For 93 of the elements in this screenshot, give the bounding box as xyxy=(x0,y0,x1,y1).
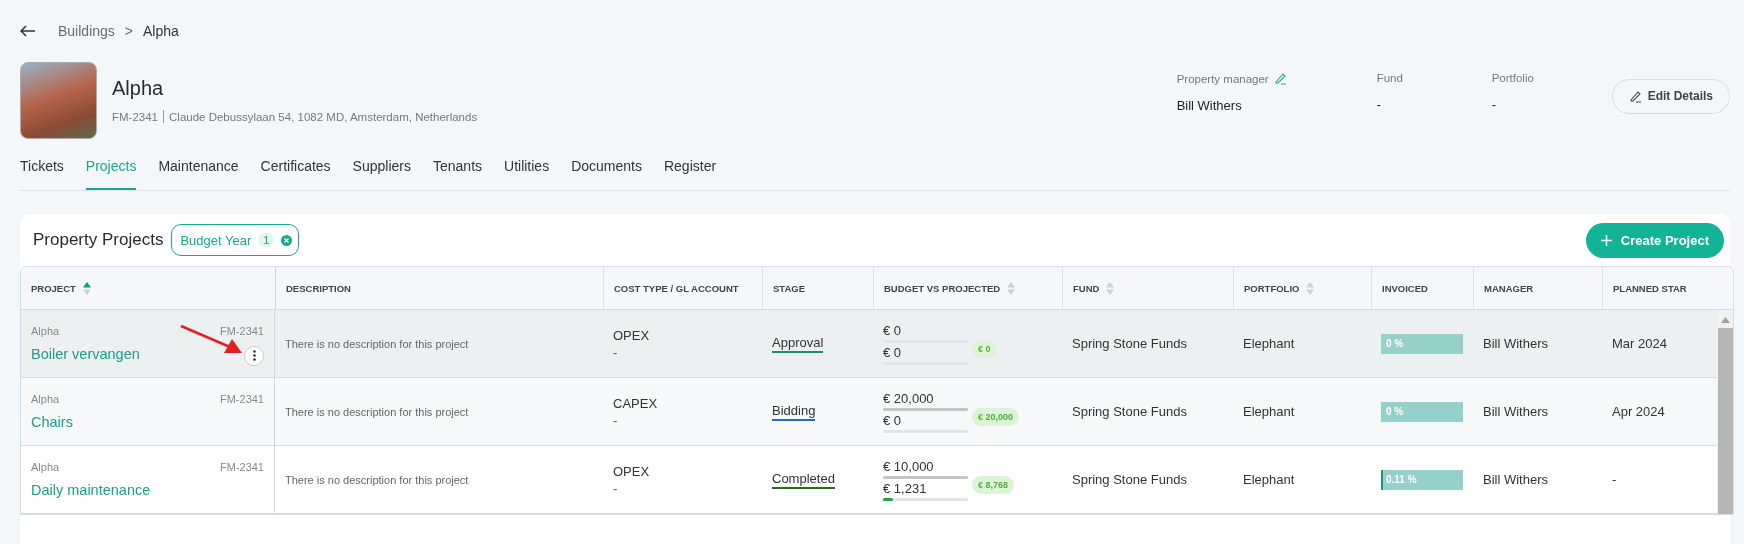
column-header[interactable]: STAGE xyxy=(773,282,806,294)
sort-icon[interactable] xyxy=(82,281,91,295)
detail-value: Bill Withers xyxy=(1176,98,1243,113)
tab[interactable]: Register xyxy=(663,144,717,190)
table-row[interactable]: Alpha FM-2341 Daily maintenance There is no description for this project OPEX - Completed € 10,000 € 1,231 € 8,768 Spring Stone Funds Elephant 0.11 % Bill Withers - xyxy=(21,446,1717,514)
detail-label: Fund xyxy=(1376,72,1403,84)
planned-start: Mar 2024 xyxy=(1612,336,1667,351)
tab[interactable]: Maintenance xyxy=(158,144,239,190)
portfolio-name: Elephant xyxy=(1243,336,1295,351)
column-header[interactable]: FUND xyxy=(1073,282,1100,294)
building-code: FM-2341 xyxy=(112,110,159,123)
column-header[interactable]: BUDGET VS PROJECTED xyxy=(884,282,1001,294)
column-header[interactable]: DESCRIPTION xyxy=(286,282,351,294)
invoiced-reading: 0.11 % xyxy=(1385,474,1417,485)
budget-amount: € 10,000 xyxy=(883,458,935,474)
description-text: There is no description for this project xyxy=(285,473,469,486)
stage-label: Approval xyxy=(772,334,824,353)
filter-count: 1 xyxy=(258,233,275,247)
detail-value: - xyxy=(1491,97,1497,112)
projected-amount: € 0 xyxy=(883,412,903,428)
invoiced-reading: 0 % xyxy=(1385,338,1404,349)
project-building: Alpha xyxy=(31,460,60,473)
portfolio-name: Elephant xyxy=(1243,404,1295,419)
vertical-dots-icon xyxy=(252,350,256,361)
manager-name: Bill Withers xyxy=(1483,404,1548,419)
cost-type: OPEX xyxy=(613,327,650,343)
difference-badge: € 8,768 xyxy=(972,475,1015,494)
back-arrow-icon[interactable] xyxy=(20,25,36,37)
stage-label: Completed xyxy=(772,470,835,489)
breadcrumb-link[interactable]: Alpha xyxy=(143,23,179,39)
budget-amount: € 20,000 xyxy=(883,390,935,406)
column-header[interactable]: PORTFOLIO xyxy=(1244,282,1300,294)
projected-amount: € 1,231 xyxy=(883,480,928,496)
clear-icon[interactable] xyxy=(281,234,293,246)
scroll-up-icon[interactable] xyxy=(1720,317,1730,323)
tab[interactable]: Tickets xyxy=(20,144,64,190)
pencil-icon xyxy=(1628,89,1642,103)
building-address: Claude Debussylaan 54, 1082 MD, Amsterdam, Netherlands xyxy=(169,110,478,123)
fund-name: Spring Stone Funds xyxy=(1072,404,1187,419)
column-header[interactable]: PLANNED STAR xyxy=(1613,282,1687,294)
column-header[interactable]: INVOICED xyxy=(1382,282,1428,294)
cost-type: OPEX xyxy=(613,463,650,479)
tab[interactable]: Tenants xyxy=(433,144,483,190)
project-code: FM-2341 xyxy=(219,460,264,473)
breadcrumb-separator: > xyxy=(124,23,133,39)
project-building: Alpha xyxy=(31,392,60,405)
table-row[interactable]: Alpha FM-2341 Boiler vervangen There is no description for this project OPEX - Approval € 0 € 0 € 0 Spring Stone Funds Elephant 0 % Bill Withers Mar 2024 xyxy=(21,310,1717,378)
filter-label: Budget Year xyxy=(180,232,252,248)
sort-icon[interactable] xyxy=(1106,281,1115,295)
difference-badge: € 20,000 xyxy=(972,407,1020,426)
sort-icon[interactable] xyxy=(1007,281,1016,295)
gl-account: - xyxy=(613,480,618,496)
description-text: There is no description for this project xyxy=(285,337,469,350)
project-code: FM-2341 xyxy=(219,324,264,337)
building-title: Alpha xyxy=(112,77,165,100)
budget-amount: € 0 xyxy=(883,322,903,338)
projected-amount: € 0 xyxy=(883,344,903,360)
portfolio-name: Elephant xyxy=(1243,472,1295,487)
difference-badge: € 0 xyxy=(972,339,997,358)
planned-start: - xyxy=(1612,472,1617,487)
detail-label: Property manager xyxy=(1176,72,1269,85)
manager-name: Bill Withers xyxy=(1483,472,1548,487)
description-text: There is no description for this project xyxy=(285,405,469,418)
fund-name: Spring Stone Funds xyxy=(1072,336,1187,351)
cost-type: CAPEX xyxy=(613,395,658,411)
tab[interactable]: Certificates xyxy=(260,144,331,190)
invoiced-reading: 0 % xyxy=(1385,406,1404,417)
more-options-button[interactable] xyxy=(244,345,264,366)
section-title: Property Projects xyxy=(33,230,164,250)
edit-details-button[interactable]: Edit Details xyxy=(1611,78,1730,114)
tab[interactable]: Suppliers xyxy=(352,144,411,190)
manager-name: Bill Withers xyxy=(1483,336,1548,351)
stage-label: Bidding xyxy=(772,402,816,421)
breadcrumb-link[interactable]: Buildings xyxy=(58,23,115,39)
scrollbar[interactable] xyxy=(1717,310,1733,514)
table-row[interactable]: Alpha FM-2341 Chairs There is no description for this project CAPEX - Bidding € 20,000 € 0 € 20,000 Spring Stone Funds Elephant 0 % Bill Withers Apr 2024 xyxy=(21,378,1717,446)
project-building: Alpha xyxy=(31,324,60,337)
column-header[interactable]: COST TYPE / GL ACCOUNT xyxy=(614,282,739,294)
project-name[interactable]: Daily maintenance xyxy=(31,481,151,498)
detail-label: Portfolio xyxy=(1491,72,1534,84)
pencil-icon[interactable] xyxy=(1273,72,1287,85)
plus-icon xyxy=(1599,233,1613,247)
column-header[interactable]: PROJECT xyxy=(31,282,76,294)
gl-account: - xyxy=(613,344,618,360)
fund-name: Spring Stone Funds xyxy=(1072,472,1187,487)
tab[interactable]: Documents xyxy=(571,144,642,190)
project-code: FM-2341 xyxy=(219,392,264,405)
column-header[interactable]: MANAGER xyxy=(1484,282,1534,294)
sort-icon[interactable] xyxy=(1306,281,1315,295)
planned-start: Apr 2024 xyxy=(1612,404,1665,419)
detail-value: - xyxy=(1376,97,1382,112)
tab[interactable]: Utilities xyxy=(504,144,550,190)
gl-account: - xyxy=(613,412,618,428)
